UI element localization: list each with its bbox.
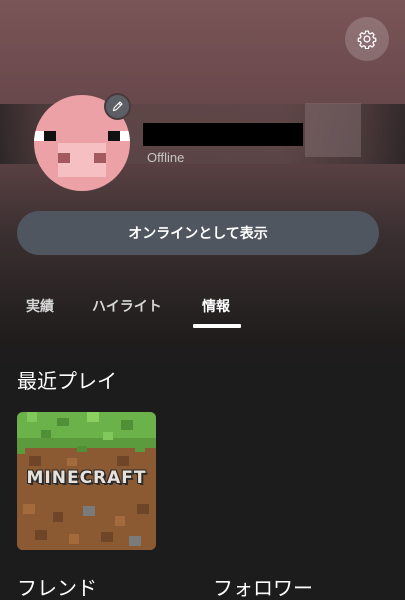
recently-played-title: 最近プレイ — [17, 369, 117, 393]
tab-highlights[interactable]: ハイライト — [92, 296, 162, 316]
appear-online-button[interactable]: オンラインとして表示 — [17, 211, 379, 255]
pig-eye-left — [44, 131, 56, 141]
pig-nostril-left — [58, 153, 70, 163]
gear-icon — [357, 30, 377, 49]
game-tile-minecraft[interactable]: MINECRAFT — [17, 412, 156, 550]
pig-eye-right-white — [120, 131, 130, 141]
pig-nostril-right — [94, 153, 106, 163]
friends-heading[interactable]: フレンド — [17, 572, 97, 600]
active-tab-indicator — [193, 324, 241, 328]
pig-eye-right — [108, 131, 120, 141]
settings-button[interactable] — [345, 17, 389, 61]
pencil-icon — [112, 101, 123, 112]
minecraft-logo: MINECRAFT — [26, 468, 147, 488]
banner-tile — [305, 103, 361, 157]
tab-info[interactable]: 情報 — [202, 296, 230, 316]
pig-eye-left-white — [34, 131, 44, 141]
gamertag-redacted — [143, 123, 303, 146]
tab-achievements[interactable]: 実績 — [26, 296, 54, 316]
followers-heading[interactable]: フォロワー — [213, 572, 313, 600]
presence-status: Offline — [147, 150, 185, 165]
edit-avatar-button[interactable] — [104, 93, 131, 120]
